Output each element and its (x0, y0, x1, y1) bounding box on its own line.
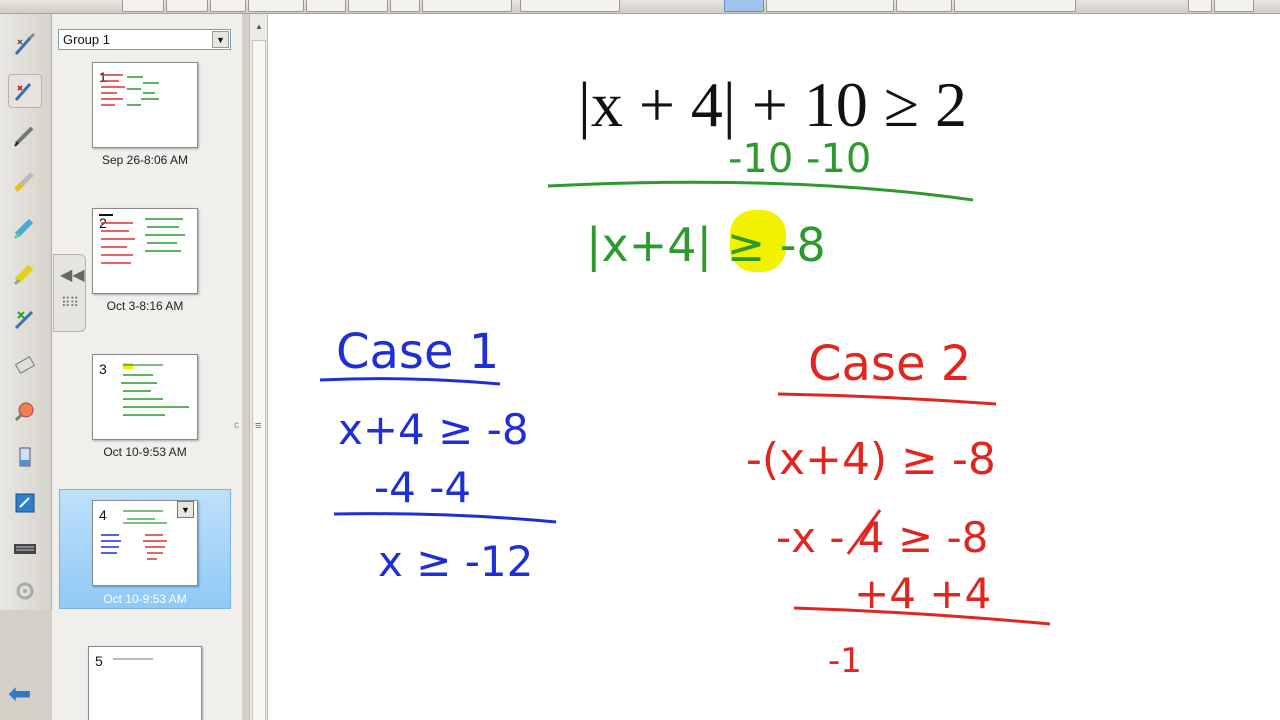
toolbar-button[interactable] (306, 0, 346, 12)
top-toolbar (0, 0, 1280, 14)
shape-pen-icon[interactable] (8, 302, 42, 336)
page-date-label: Sep 26-8:06 AM (101, 153, 189, 167)
subtract-step-text: -10 -10 (728, 136, 871, 182)
toolbar-dropdown[interactable] (896, 0, 952, 12)
toolbar-button[interactable] (766, 0, 894, 12)
toolbar-dropdown[interactable] (248, 0, 304, 12)
page-thumbnail[interactable]: 1 (92, 62, 198, 148)
splitter-grip-icon[interactable]: ≡ (255, 420, 261, 432)
toolbar-button[interactable] (390, 0, 420, 12)
page-thumbnail[interactable]: 5 (88, 646, 202, 720)
sidebar-collapse-handle[interactable]: ◀◀ ⠿⠿ (53, 254, 86, 332)
toolbar-button[interactable] (1214, 0, 1254, 12)
case1-line3: x ≥ -12 (378, 537, 533, 586)
case1-division-line (333, 512, 557, 524)
highlighter-icon[interactable] (8, 210, 42, 244)
whiteboard-canvas[interactable]: |x + 4| + 10 ≥ 2 -10 -10 |x+4| ≥ -8 Case… (268, 14, 1280, 720)
scroll-up-icon[interactable]: ▲ (252, 22, 266, 36)
creative-pen-icon[interactable] (8, 164, 42, 198)
case1-line1: x+4 ≥ -8 (338, 405, 529, 454)
toolbar-button[interactable] (210, 0, 246, 12)
magic-pen-icon[interactable] (8, 28, 42, 62)
toolbar-button[interactable] (1188, 0, 1212, 12)
page-date-label: Oct 10-9:53 AM (103, 445, 187, 459)
page-date-label: Oct 3-8:16 AM (106, 299, 184, 313)
smart-notebook-window: ⬅ Group 1 ▼ 1 Sep 26-8:06 AM 2 Oct 3-8:1… (0, 0, 1280, 720)
toolbar-button[interactable] (954, 0, 1076, 12)
group-select[interactable]: Group 1 ▼ (58, 29, 231, 50)
case2-line4: -1 (828, 641, 862, 681)
toolbar-button-active[interactable] (724, 0, 764, 12)
case2-title: Case 2 (808, 336, 971, 392)
fill-tool-icon[interactable] (8, 440, 42, 474)
sorter-scrollbar[interactable]: ▲ (249, 14, 268, 720)
case2-line1: -(x+4) ≥ -8 (746, 434, 996, 485)
select-pen-icon[interactable] (8, 74, 42, 108)
case1-line2: -4 -4 (374, 463, 471, 512)
pen-icon[interactable] (8, 118, 42, 152)
page-menu-chevron-icon[interactable]: ▼ (177, 501, 194, 518)
line-tool-icon[interactable] (8, 394, 42, 428)
toolbar-button[interactable] (422, 0, 512, 12)
case1-title: Case 1 (336, 324, 499, 380)
green-division-line (547, 180, 974, 202)
toolbar-button[interactable] (348, 0, 388, 12)
double-chevron-left-icon[interactable]: ◀◀ (60, 265, 85, 285)
yellow-highlighter-icon[interactable] (8, 256, 42, 290)
text-tool-icon[interactable] (8, 486, 42, 520)
toolbar-button[interactable] (520, 0, 620, 12)
group-select-value: Group 1 (63, 32, 110, 47)
splitter-dot: c (234, 420, 239, 431)
result-text: |x+4| ≥ -8 (586, 218, 826, 273)
keyboard-icon[interactable] (8, 532, 42, 566)
toolbar-button[interactable] (122, 0, 164, 12)
case2-line2: -x - 4 ≥ -8 (776, 513, 988, 562)
eraser-icon[interactable] (8, 348, 42, 382)
scrollbar-thumb[interactable] (252, 40, 266, 720)
page-thumbnail[interactable]: 3 (92, 354, 198, 440)
grip-icon: ⠿⠿ (61, 295, 79, 310)
settings-gear-icon[interactable] (8, 574, 42, 608)
case2-underline (777, 392, 997, 406)
equation-text: |x + 4| + 10 ≥ 2 (578, 69, 967, 140)
tools-panel (0, 14, 52, 610)
toolbar-button[interactable] (166, 0, 208, 12)
page-thumbnail[interactable]: 2 (92, 208, 198, 294)
chevron-down-icon[interactable]: ▼ (212, 31, 229, 48)
back-arrow-icon[interactable]: ⬅ (8, 680, 44, 708)
page-date-label: Oct 10-9:53 AM (103, 592, 187, 606)
